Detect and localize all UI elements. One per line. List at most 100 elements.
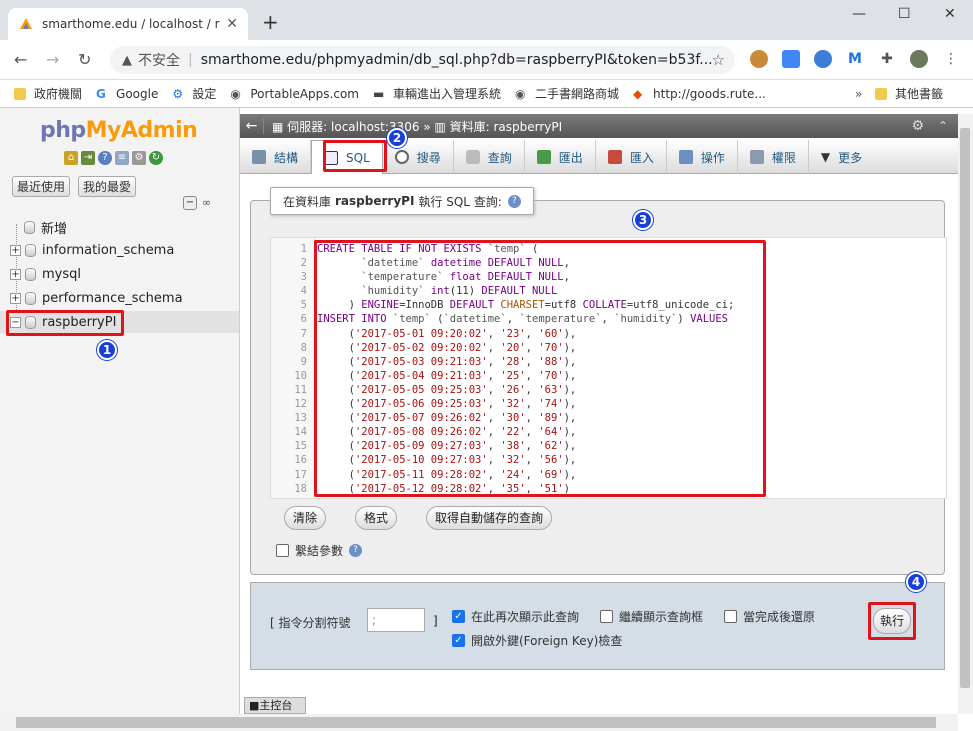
help-icon[interactable]: ? <box>507 194 521 208</box>
tab-label: 搜尋 <box>416 150 441 165</box>
bookmark-item[interactable]: G Google <box>96 87 158 101</box>
avatar[interactable] <box>910 50 928 68</box>
link-icon: ◆ <box>633 86 643 101</box>
chevron-down-icon: ▼ <box>820 150 831 164</box>
forward-icon[interactable]: → <box>46 50 59 70</box>
breadcrumb-server[interactable]: ▦ 伺服器: localhost:3306 » ▥ 資料庫: raspberry… <box>272 118 562 135</box>
line-number: 10 <box>294 369 307 382</box>
db-item-mysql[interactable]: + mysql <box>10 263 81 285</box>
tab-query[interactable]: 查詢 <box>454 140 525 174</box>
bookmark-item[interactable]: ◉ PortableApps.com <box>230 87 359 101</box>
checkbox-box[interactable]: ✓ <box>452 610 465 623</box>
get-autosaved-query-button[interactable]: 取得自動儲存的查詢 <box>426 506 553 530</box>
cookie-extension-icon[interactable] <box>750 50 768 68</box>
recent-tab[interactable]: 最近使用 <box>12 176 71 197</box>
checkbox-box[interactable] <box>276 544 289 557</box>
step-badge-4: 4 <box>906 572 926 592</box>
bookmark-item[interactable]: ◉ 二手書網路商城 <box>515 85 619 102</box>
back-icon[interactable]: ← <box>14 50 27 70</box>
bookmark-star-icon[interactable]: ☆ <box>712 51 725 69</box>
help-icon[interactable]: ? <box>349 544 363 557</box>
tab-import[interactable]: 匯入 <box>596 140 667 174</box>
settings-icon[interactable]: ⚙ <box>132 151 146 165</box>
edge-extension-icon[interactable] <box>814 50 832 68</box>
db-item-information-schema[interactable]: + information_schema <box>10 239 174 261</box>
console-tab[interactable]: ■主控台 <box>244 697 306 714</box>
other-bookmarks[interactable]: 其他書籤 <box>875 85 943 102</box>
menu-icon[interactable]: ⋮ <box>942 50 960 68</box>
refresh-icon[interactable]: ↻ <box>149 151 163 165</box>
reload-icon[interactable]: ↻ <box>78 50 91 70</box>
vertical-scroll-thumb[interactable] <box>960 128 970 688</box>
bookmark-item[interactable]: ⚙ 設定 <box>172 85 216 102</box>
expand-icon[interactable]: + <box>10 292 21 304</box>
new-tab-icon[interactable]: + <box>262 12 279 32</box>
puzzle-icon[interactable]: ✚ <box>878 50 896 68</box>
tab-title: smarthome.edu / localhost / ra <box>42 17 221 31</box>
tab-privileges[interactable]: 權限 <box>738 140 809 174</box>
fk-checks-checkbox[interactable]: ✓ 開啟外鍵(Foreign Key)檢查 <box>452 632 622 649</box>
checkbox-box[interactable] <box>724 610 737 623</box>
line-number: 2 <box>300 257 307 270</box>
bind-params-checkbox[interactable]: 繫結參數? <box>276 542 363 559</box>
format-button[interactable]: 格式 <box>355 506 398 530</box>
docs-icon[interactable]: ≡ <box>115 151 129 165</box>
hide-icon[interactable]: ⌃ <box>938 119 948 133</box>
help-icon[interactable]: ? <box>98 151 112 165</box>
step-badge-2: 2 <box>387 128 407 148</box>
new-label: 新增 <box>41 221 68 237</box>
collapse-panel-icon[interactable]: ← <box>240 118 264 134</box>
keep-query-box-checkbox[interactable]: 繼續顯示查詢框 <box>600 608 703 625</box>
tab-operations[interactable]: 操作 <box>667 140 738 174</box>
tab-label: 查詢 <box>487 150 512 165</box>
collapse-all-icon[interactable]: − <box>183 196 197 210</box>
expand-icon[interactable]: + <box>10 244 21 256</box>
options-panel <box>250 582 945 670</box>
bookmark-item[interactable]: ◆ http://goods.rute... <box>633 87 766 101</box>
close-window-icon[interactable]: ✕ <box>944 6 956 22</box>
maximize-icon[interactable]: ☐ <box>898 6 911 22</box>
horizontal-scroll-thumb[interactable] <box>16 717 936 728</box>
bookmark-label: 二手書網路商城 <box>535 87 620 101</box>
home-icon[interactable]: ⌂ <box>64 151 78 165</box>
close-tab-icon[interactable]: ✕ <box>226 16 238 32</box>
db-label: information_schema <box>42 242 175 258</box>
logout-icon[interactable]: ⇥ <box>81 151 95 165</box>
tab-structure[interactable]: 結構 <box>240 140 312 174</box>
logo-php: php <box>40 118 86 143</box>
phpmyadmin-logo[interactable]: phpMyAdmin <box>40 118 198 143</box>
checkbox-box[interactable] <box>600 610 613 623</box>
browser-tab[interactable]: smarthome.edu / localhost / ra ✕ <box>8 8 248 40</box>
wrench-icon <box>678 150 693 164</box>
expand-icon[interactable]: + <box>10 268 21 280</box>
favorites-tab[interactable]: 我的最愛 <box>78 176 137 197</box>
m-extension-icon[interactable]: M <box>846 50 864 68</box>
tab-label: 更多 <box>838 150 863 165</box>
step-badge-3: 3 <box>633 210 653 230</box>
clear-button[interactable]: 清除 <box>284 506 327 530</box>
minimize-icon[interactable]: — <box>852 6 866 22</box>
database-icon <box>25 291 36 305</box>
db-label: mysql <box>42 266 81 282</box>
translate-extension-icon[interactable] <box>782 50 800 68</box>
rollback-checkbox[interactable]: 當完成後還原 <box>724 608 815 625</box>
database-label: 資料庫: raspberryPI <box>449 119 563 134</box>
line-number: 11 <box>294 383 307 396</box>
bookmark-item[interactable]: 政府機關 <box>14 85 82 102</box>
line-number: 6 <box>300 313 307 326</box>
delimiter-input[interactable]: ; <box>367 608 425 632</box>
link-icon[interactable]: ∞ <box>202 196 211 209</box>
db-item-performance-schema[interactable]: + performance_schema <box>10 287 183 309</box>
more-bookmarks-icon[interactable]: » <box>855 87 862 101</box>
checkbox-box[interactable]: ✓ <box>452 634 465 647</box>
tab-export[interactable]: 匯出 <box>525 140 596 174</box>
bookmarks-bar: 政府機關 G Google ⚙ 設定 ◉ PortableApps.com ▬ 車輛進出… <box>0 80 973 108</box>
tab-more[interactable]: ▼ 更多 <box>809 140 874 174</box>
bookmark-item[interactable]: ▬ 車輛進出入管理系統 <box>373 85 501 102</box>
bookmark-label: Google <box>116 86 159 101</box>
settings-icon[interactable]: ⚙ <box>911 118 924 134</box>
show-query-again-checkbox[interactable]: ✓ 在此再次顯示此查詢 <box>452 608 579 625</box>
address-bar[interactable]: ▲ 不安全 | smarthome.edu/phpmyadmin/db_sql.… <box>110 46 735 74</box>
new-database-item[interactable]: 新增 <box>24 216 67 238</box>
line-number: 3 <box>300 271 307 284</box>
